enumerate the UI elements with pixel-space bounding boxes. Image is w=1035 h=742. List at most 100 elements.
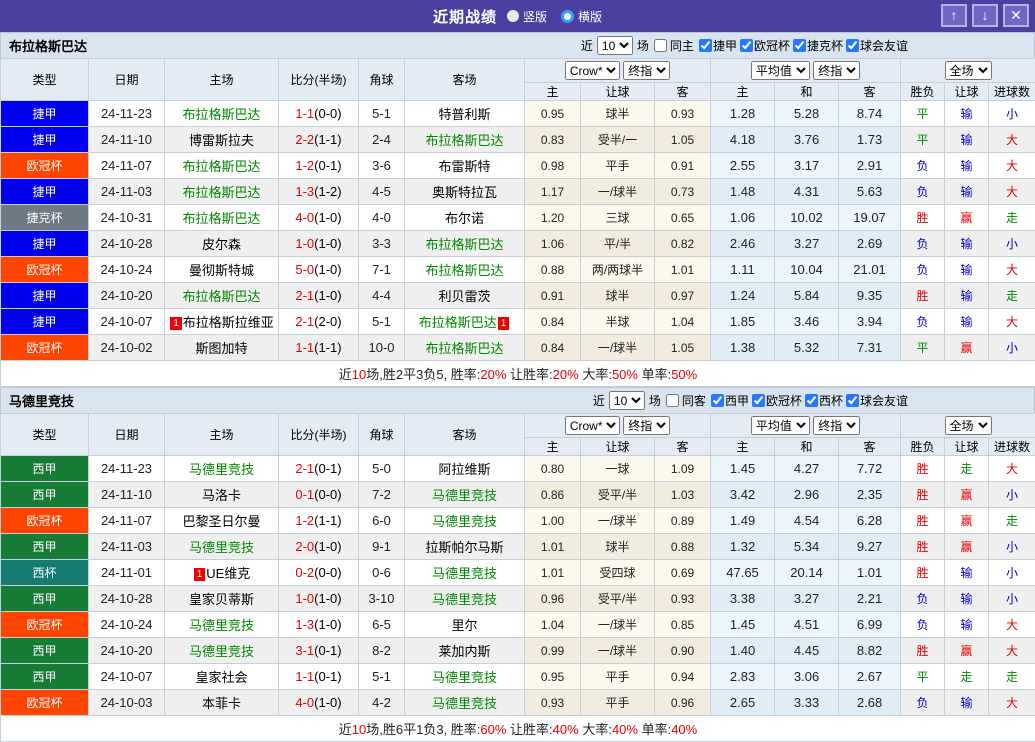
home-odds: 0.84 [525, 335, 581, 361]
rounds-select[interactable]: 10 [609, 391, 645, 410]
halftime-score: (0-1) [314, 643, 341, 658]
odds-source-select[interactable]: Crow* [565, 416, 620, 435]
summary-segment: 近 [339, 367, 352, 382]
avg-draw-odds: 5.28 [775, 101, 839, 127]
same-venue-checkbox[interactable] [666, 394, 679, 407]
home-odds: 0.86 [525, 482, 581, 508]
league-checkbox[interactable] [846, 39, 859, 52]
avg-home-odds: 47.65 [711, 560, 775, 586]
league-checkbox-label: 捷克杯 [807, 39, 843, 53]
fulltime-score: 0-2 [295, 565, 314, 580]
away-team-cell: 布拉格斯巴达 [405, 231, 525, 257]
radio-vertical-layout[interactable]: 竖版 [507, 8, 547, 25]
league-badge: 欧冠杯 [1, 690, 89, 716]
league-badge: 西甲 [1, 456, 89, 482]
match-row: 捷甲24-11-03布拉格斯巴达1-3(1-2)4-5奥斯特拉瓦1.17一/球半… [1, 179, 1035, 205]
avg-home-odds: 2.83 [711, 664, 775, 690]
league-badge: 捷甲 [1, 309, 89, 335]
away-team-cell: 马德里竞技 [405, 508, 525, 534]
match-row: 西甲24-10-28皇家贝蒂斯1-0(1-0)3-10马德里竞技0.96受平/半… [1, 586, 1035, 612]
corner-score: 3-10 [359, 586, 405, 612]
home-team-name: 本菲卡 [202, 696, 241, 711]
league-badge: 西甲 [1, 638, 89, 664]
move-down-button[interactable]: ↓ [972, 4, 998, 27]
goals-result: 大 [989, 456, 1035, 482]
fulltime-score: 1-0 [295, 236, 314, 251]
away-odds: 0.94 [655, 664, 711, 690]
corner-score: 3-6 [359, 153, 405, 179]
home-team-name: 皇家贝蒂斯 [189, 592, 254, 607]
match-row: 捷甲24-10-071布拉格斯拉维亚2-1(2-0)5-1布拉格斯巴达10.84… [1, 309, 1035, 335]
fulltime-select[interactable]: 全场 [945, 61, 992, 80]
rounds-select[interactable]: 10 [597, 36, 633, 55]
handicap-result: 赢 [945, 508, 989, 534]
league-checkbox[interactable] [846, 394, 859, 407]
col-date: 日期 [89, 59, 165, 101]
fulltime-score: 1-2 [295, 513, 314, 528]
winlose-result: 胜 [901, 482, 945, 508]
away-team-cell: 奥斯特拉瓦 [405, 179, 525, 205]
league-checkbox[interactable] [805, 394, 818, 407]
away-team-name: 马德里竞技 [432, 566, 497, 581]
away-team-cell: 布尔诺 [405, 205, 525, 231]
avg-away-odds: 2.68 [839, 690, 901, 716]
score-cell: 1-1(1-1) [279, 335, 359, 361]
league-checkbox[interactable] [752, 394, 765, 407]
avg-draw-odds: 3.27 [775, 231, 839, 257]
score-cell: 2-0(1-0) [279, 534, 359, 560]
summary-segment: 场,胜2平3负5, 胜率: [366, 367, 480, 382]
away-odds: 0.93 [655, 586, 711, 612]
away-team-cell: 布拉格斯巴达 [405, 257, 525, 283]
col-date: 日期 [89, 414, 165, 456]
away-odds: 0.96 [655, 690, 711, 716]
average-stage-select[interactable]: 终指 [813, 61, 860, 80]
fulltime-score: 2-1 [295, 314, 314, 329]
subcol-goals: 进球数 [989, 83, 1035, 101]
league-checkbox[interactable] [711, 394, 724, 407]
avg-draw-odds: 4.27 [775, 456, 839, 482]
avg-away-odds: 6.99 [839, 612, 901, 638]
odds-stage-select[interactable]: 终指 [623, 416, 670, 435]
fulltime-select[interactable]: 全场 [945, 416, 992, 435]
halftime-score: (0-1) [314, 158, 341, 173]
goals-result: 走 [989, 283, 1035, 309]
same-venue-checkbox[interactable] [654, 39, 667, 52]
match-row: 欧冠杯24-11-07布拉格斯巴达1-2(0-1)3-6布雷斯特0.98平手0.… [1, 153, 1035, 179]
home-odds: 0.84 [525, 309, 581, 335]
handicap-result: 输 [945, 283, 989, 309]
away-team-name: 布拉格斯巴达 [425, 133, 503, 148]
winlose-result: 胜 [901, 560, 945, 586]
odds-source-select[interactable]: Crow* [565, 61, 620, 80]
fulltime-header: 全场 [901, 59, 1035, 83]
summary-segment: 20% [553, 367, 579, 382]
radio-horizontal-layout[interactable]: 横版 [561, 8, 602, 25]
summary-segment: 让胜率: [506, 722, 552, 737]
league-checkbox[interactable] [699, 39, 712, 52]
goals-result: 大 [989, 257, 1035, 283]
close-button[interactable]: ✕ [1003, 4, 1029, 27]
odds-stage-select[interactable]: 终指 [623, 61, 670, 80]
handicap-line: 球半 [581, 534, 655, 560]
home-odds: 0.93 [525, 690, 581, 716]
home-team-name: 布拉格斯巴达 [182, 185, 260, 200]
average-select[interactable]: 平均值 [751, 61, 810, 80]
avg-home-odds: 1.06 [711, 205, 775, 231]
away-team-cell: 马德里竞技 [405, 482, 525, 508]
home-team-name: 皇家社会 [195, 670, 247, 685]
away-team-cell: 里尔 [405, 612, 525, 638]
winlose-result: 胜 [901, 205, 945, 231]
league-checkbox[interactable] [793, 39, 806, 52]
match-row: 西甲24-10-20马德里竞技3-1(0-1)8-2莱加内斯0.99一/球半0.… [1, 638, 1035, 664]
summary-segment: 60% [480, 722, 506, 737]
average-select[interactable]: 平均值 [751, 416, 810, 435]
league-checkbox[interactable] [740, 39, 753, 52]
score-cell: 0-1(0-0) [279, 482, 359, 508]
avg-home-odds: 1.40 [711, 638, 775, 664]
away-odds: 1.05 [655, 127, 711, 153]
away-odds: 1.04 [655, 309, 711, 335]
move-up-button[interactable]: ↑ [941, 4, 967, 27]
average-stage-select[interactable]: 终指 [813, 416, 860, 435]
score-cell: 2-2(1-1) [279, 127, 359, 153]
goals-result: 走 [989, 508, 1035, 534]
league-badge: 西杯 [1, 560, 89, 586]
